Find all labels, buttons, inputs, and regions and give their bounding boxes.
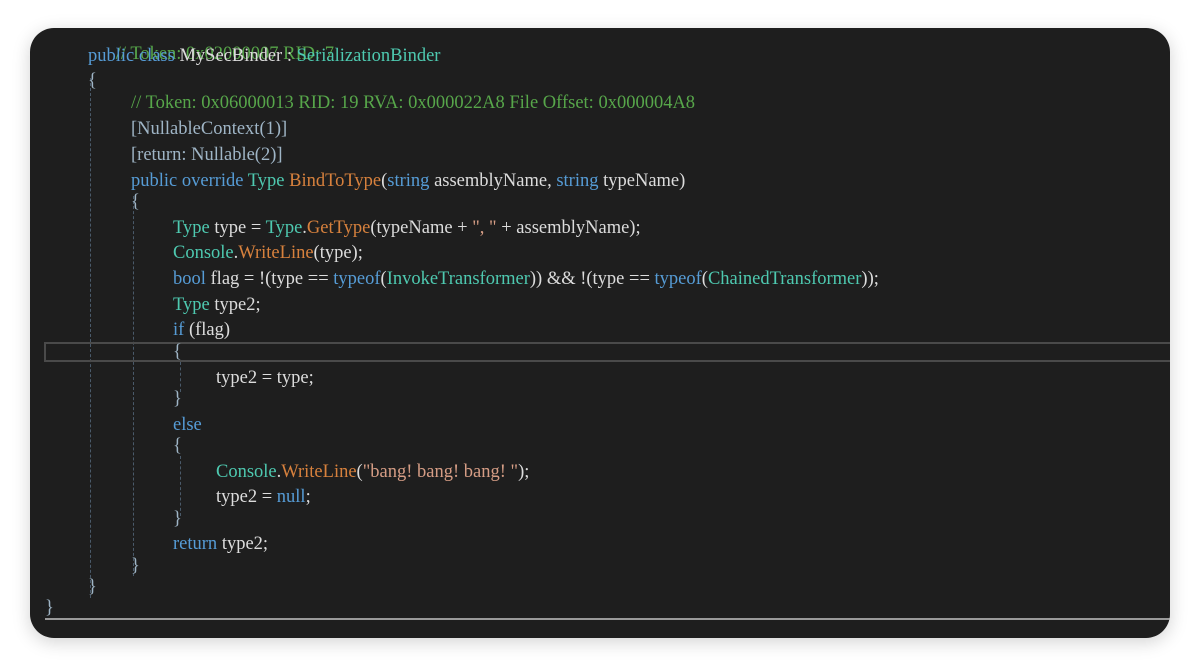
code-line-method-comment: // Token: 0x06000013 RID: 19 RVA: 0x0000… <box>131 91 695 115</box>
keyword: bool <box>173 269 206 289</box>
code-view[interactable]: // Token: 0x02000007 RID: 7 public class… <box>30 28 1170 638</box>
code-line-writeline: Console.WriteLine(type); <box>173 241 363 265</box>
code-editor-window: // Token: 0x02000007 RID: 7 public class… <box>30 28 1170 638</box>
code-text: (typeName + <box>370 218 473 238</box>
type-name: Type <box>173 295 210 315</box>
code-line-assign: type2 = type; <box>216 366 314 390</box>
code-text: type2; <box>209 295 261 315</box>
current-line-highlight <box>44 342 1170 362</box>
code-line-brace: } <box>88 575 97 599</box>
code-line-class-declaration: public class MySecBinder : Serialization… <box>88 44 440 68</box>
comment: // Token: 0x06000013 RID: 19 RVA: 0x0000… <box>131 93 696 113</box>
keyword: string <box>556 171 599 191</box>
code-line-return: return type2; <box>173 532 268 556</box>
brace: } <box>173 509 182 529</box>
type-name: Type <box>173 218 210 238</box>
code-line-method-signature: public override Type BindToType(string a… <box>131 169 685 193</box>
indent-guide <box>133 196 134 576</box>
string-literal: "bang! bang! bang! " <box>362 462 519 482</box>
keyword: if <box>173 320 185 340</box>
brace: { <box>173 342 182 362</box>
code-line-token-comment: // Token: 0x02000007 RID: 7 <box>88 28 334 64</box>
brace: } <box>88 577 97 597</box>
code-text: type = <box>209 218 266 238</box>
code-text: ; <box>305 487 311 507</box>
code-text: type2; <box>217 534 269 554</box>
brace: } <box>131 556 140 576</box>
code-text: + assemblyName); <box>496 218 641 238</box>
type-name: InvokeTransformer <box>386 269 530 289</box>
code-line-brace: { <box>173 434 182 458</box>
code-text: flag = !(type == <box>205 269 334 289</box>
code-line-brace: } <box>45 596 54 620</box>
code-line-brace: } <box>173 507 182 531</box>
code-line-if: if (flag) <box>173 318 230 342</box>
code-line-declare-type2: Type type2; <box>173 293 261 317</box>
type-name: Type <box>265 218 303 238</box>
code-line-flag: bool flag = !(type == typeof(InvokeTrans… <box>173 267 879 291</box>
param: typeName) <box>598 171 686 191</box>
param: assemblyName, <box>429 171 557 191</box>
class-name: MySecBinder <box>179 46 283 66</box>
type-name: ChainedTransformer <box>707 269 862 289</box>
brace: { <box>131 192 140 212</box>
attribute: [return: Nullable(2)] <box>131 145 283 165</box>
base-class: SerializationBinder <box>296 46 441 66</box>
keyword: typeof <box>333 269 381 289</box>
method-name: BindToType <box>289 171 382 191</box>
keyword: return <box>173 534 218 554</box>
indent-guide <box>90 78 91 598</box>
string-literal: ", " <box>472 218 497 238</box>
code-line-brace: { <box>88 69 97 93</box>
code-line-assign-null: type2 = null; <box>216 485 311 509</box>
code-line-brace: } <box>173 387 182 411</box>
type-name: Type <box>247 171 285 191</box>
code-text: (flag) <box>184 320 231 340</box>
keyword: public override <box>131 171 244 191</box>
code-text: type2 = <box>216 487 277 507</box>
method-name: WriteLine <box>281 462 357 482</box>
brace: { <box>173 436 182 456</box>
code-text: ); <box>518 462 530 482</box>
code-line-brace: { <box>173 340 182 364</box>
code-text: type2 = type; <box>216 368 314 388</box>
code-line-brace: { <box>131 190 140 214</box>
method-name: GetType <box>306 218 371 238</box>
code-line-writeline-bang: Console.WriteLine("bang! bang! bang! "); <box>216 460 529 484</box>
code-line-attribute: [return: Nullable(2)] <box>131 143 283 167</box>
code-line-attribute: [NullableContext(1)] <box>131 117 287 141</box>
method-name: WriteLine <box>238 243 314 263</box>
code-text: (type); <box>313 243 363 263</box>
code-text: )) && !(type == <box>529 269 655 289</box>
colon: : <box>282 46 297 66</box>
attribute: [NullableContext(1)] <box>131 119 288 139</box>
keyword: typeof <box>654 269 702 289</box>
type-name: Console <box>173 243 234 263</box>
code-line-brace: } <box>131 554 140 578</box>
brace: } <box>45 598 54 618</box>
keyword: null <box>276 487 306 507</box>
divider <box>45 618 1170 620</box>
keyword: public class <box>88 46 175 66</box>
keyword: else <box>173 415 202 435</box>
keyword: string <box>387 171 430 191</box>
type-name: Console <box>216 462 277 482</box>
brace: { <box>88 71 97 91</box>
brace: } <box>173 389 182 409</box>
code-text: )); <box>861 269 879 289</box>
code-line-gettype: Type type = Type.GetType(typeName + ", "… <box>173 216 641 240</box>
